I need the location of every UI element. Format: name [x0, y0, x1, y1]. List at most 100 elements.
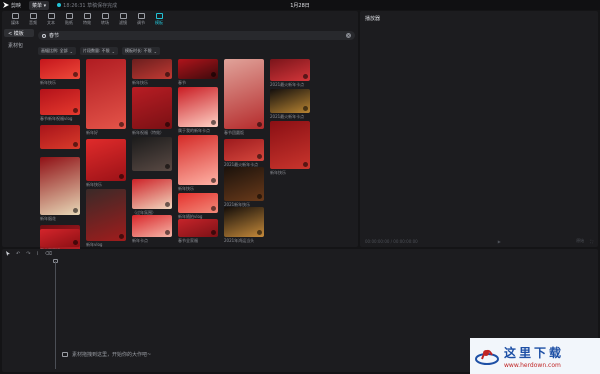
template-card[interactable]: [40, 157, 80, 215]
download-icon[interactable]: [119, 122, 124, 127]
download-icon[interactable]: [303, 74, 308, 79]
download-icon[interactable]: [73, 208, 78, 213]
tab-audio[interactable]: 音频: [24, 13, 42, 26]
template-title: 2021最火新年卡点: [270, 114, 305, 119]
tab-media[interactable]: 媒体: [6, 13, 24, 26]
template-card[interactable]: [86, 59, 126, 129]
template-card[interactable]: [86, 189, 126, 241]
download-icon[interactable]: [257, 194, 262, 199]
template-card[interactable]: [224, 207, 264, 237]
download-icon[interactable]: [303, 106, 308, 111]
download-icon[interactable]: [119, 174, 124, 179]
template-card[interactable]: [132, 179, 172, 209]
tab-adjust[interactable]: 调节: [132, 13, 150, 26]
template-card[interactable]: [132, 215, 172, 237]
template-card[interactable]: [224, 167, 264, 201]
search-input[interactable]: 春节 ×: [38, 31, 355, 40]
download-icon[interactable]: [73, 240, 78, 245]
download-icon[interactable]: [257, 154, 262, 159]
download-icon[interactable]: [165, 230, 170, 235]
download-icon[interactable]: [211, 230, 216, 235]
menu-button[interactable]: 菜单 ▾: [29, 0, 50, 10]
delete-icon[interactable]: ⌫: [45, 251, 52, 257]
template-card[interactable]: [86, 139, 126, 181]
tab-effects[interactable]: 特效: [78, 13, 96, 26]
tab-template[interactable]: 模板: [150, 13, 168, 26]
template-title: 新年快乐: [270, 170, 286, 175]
template-card[interactable]: [224, 59, 264, 129]
template-title: 春节团圆饭: [224, 130, 244, 135]
download-icon[interactable]: [165, 202, 170, 207]
template-title: 春节新年祝福vlog: [40, 116, 73, 121]
play-icon[interactable]: ▶: [498, 239, 501, 244]
download-icon[interactable]: [165, 122, 170, 127]
template-card[interactable]: [132, 87, 172, 129]
tab-transition[interactable]: 转场: [96, 13, 114, 26]
template-card[interactable]: [270, 59, 310, 81]
template-card[interactable]: [132, 137, 172, 171]
template-card[interactable]: [178, 87, 218, 127]
filter-label: 画幅比例: 全部: [41, 48, 68, 53]
filter-aspect-ratio[interactable]: 画幅比例: 全部 ⌄: [38, 47, 76, 55]
sidebar-item-packs[interactable]: 素材包: [4, 41, 34, 49]
tab-filter[interactable]: 滤镜: [114, 13, 132, 26]
template-card[interactable]: [40, 229, 80, 247]
tab-text[interactable]: 文本: [42, 13, 60, 26]
template-title: 新年快乐: [132, 80, 148, 85]
ratio-button[interactable]: 原始: [576, 238, 584, 244]
timeline-toolbar: ↶ ↷ ⌇ ⌫: [2, 249, 598, 258]
download-icon[interactable]: [119, 234, 124, 239]
download-icon[interactable]: [257, 122, 262, 127]
filter-label: 片段数量: 不限: [82, 48, 110, 53]
tab-label: 调节: [137, 20, 145, 25]
download-icon[interactable]: [165, 72, 170, 77]
template-title: 新年快乐: [178, 186, 194, 191]
tab-label: 转场: [101, 20, 109, 25]
template-card[interactable]: [178, 59, 218, 79]
download-icon[interactable]: [211, 120, 216, 125]
template-card[interactable]: [224, 139, 264, 161]
template-card[interactable]: [40, 59, 80, 79]
template-title: 新年烟花: [40, 216, 56, 221]
template-title: 新年卡点: [132, 238, 148, 243]
filter-clip-count[interactable]: 片段数量: 不限 ⌄: [79, 47, 118, 55]
download-icon[interactable]: [73, 72, 78, 77]
template-card[interactable]: [178, 193, 218, 213]
capcut-logo-icon: [3, 2, 9, 8]
download-icon[interactable]: [303, 162, 308, 167]
fullscreen-icon[interactable]: ⛶: [590, 239, 593, 244]
download-icon[interactable]: [211, 178, 216, 183]
template-card[interactable]: [270, 121, 310, 169]
template-card[interactable]: [40, 125, 80, 149]
tab-sticker[interactable]: 贴纸: [60, 13, 78, 26]
template-card[interactable]: [132, 59, 172, 79]
template-title: 2021年鸿运当头: [224, 238, 255, 243]
download-icon[interactable]: [257, 230, 262, 235]
template-card[interactable]: [178, 219, 218, 237]
download-icon[interactable]: [73, 142, 78, 147]
template-title: 新年快乐: [40, 80, 56, 85]
select-tool-icon[interactable]: [6, 251, 10, 256]
clear-icon[interactable]: ×: [346, 33, 351, 38]
template-card[interactable]: [178, 135, 218, 185]
film-icon: [62, 352, 68, 357]
audio-icon: [29, 13, 37, 19]
download-icon[interactable]: [73, 108, 78, 113]
player-controls: 00:00:00:00 / 00:00:00:00 ▶ 原始 ⛶: [365, 238, 593, 244]
template-card[interactable]: [40, 89, 80, 115]
download-icon[interactable]: [211, 72, 216, 77]
download-icon[interactable]: [211, 206, 216, 211]
filter-bar: 画幅比例: 全部 ⌄ 片段数量: 不限 ⌄ 模板时长: 不限 ⌄: [38, 47, 355, 55]
sidebar-item-templates[interactable]: < 模板: [4, 29, 34, 37]
adjust-icon: [137, 13, 145, 19]
filter-duration[interactable]: 模板时长: 不限 ⌄: [121, 47, 160, 55]
site-watermark: 这里下载 www.herdown.com: [470, 338, 600, 374]
template-grid: 新年快乐春节新年祝福vlog新年烟花新年家人福春节团圆饭新年好新年快乐新年vlo…: [40, 59, 340, 269]
template-card[interactable]: [270, 89, 310, 113]
undo-icon[interactable]: ↶: [16, 251, 20, 257]
download-icon[interactable]: [165, 164, 170, 169]
split-icon[interactable]: ⌇: [36, 251, 38, 257]
playhead[interactable]: [55, 261, 56, 369]
redo-icon[interactable]: ↷: [26, 251, 30, 257]
template-content: 春节 × 画幅比例: 全部 ⌄ 片段数量: 不限 ⌄ 模板时长: 不限 ⌄ 新年快乐春…: [38, 31, 355, 269]
